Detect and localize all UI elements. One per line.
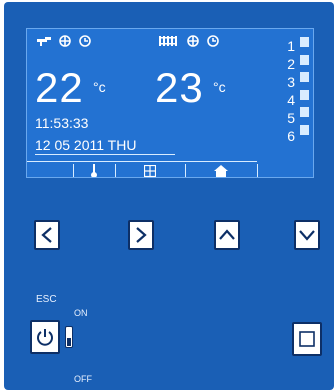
right-arrow-button[interactable] (128, 220, 154, 250)
switch-handle (67, 338, 71, 346)
lcd-screen: 22 °c 23 °c 11:53:33 12 05 2011 THU 1 2 … (26, 28, 314, 178)
chevron-up-icon (219, 229, 235, 240)
status-icons-right (159, 34, 239, 48)
channel-bar (300, 107, 309, 118)
channel-bar (300, 72, 309, 83)
faucet-icon (37, 37, 51, 46)
channel-number: 2 (287, 56, 295, 72)
chevron-down-icon (299, 230, 315, 241)
square-button[interactable] (292, 322, 322, 356)
fan-icon (187, 35, 199, 47)
channel-number: 6 (287, 128, 295, 144)
channel-bar (300, 37, 309, 47)
on-label: ON (74, 308, 88, 318)
channel-number: 5 (287, 110, 295, 126)
calendar-date: 12 05 2011 THU (35, 137, 137, 153)
channel-bars (300, 37, 310, 143)
temperature-right-unit: °c (213, 79, 226, 95)
temperature-left-unit: °c (93, 79, 106, 95)
tab-thermometer[interactable] (73, 162, 115, 177)
grid-icon (144, 165, 156, 177)
channel-number: 1 (287, 38, 295, 54)
channel-number: 4 (287, 92, 295, 108)
power-icon (37, 329, 53, 346)
temperature-right: 23 (155, 64, 204, 111)
tab-divider (257, 164, 258, 177)
screen-tabs (27, 161, 258, 177)
home-icon (214, 165, 228, 177)
esc-label: ESC (36, 294, 57, 305)
channel-bar (300, 89, 309, 100)
tab-home[interactable] (185, 162, 257, 177)
power-button[interactable] (30, 320, 60, 354)
status-icons-left (37, 34, 107, 48)
clock-time: 11:53:33 (35, 115, 89, 131)
fan-icon (59, 35, 71, 47)
square-icon (299, 331, 315, 347)
left-arrow-button[interactable] (34, 220, 60, 250)
date-underline (35, 154, 175, 155)
down-arrow-button[interactable] (294, 220, 320, 250)
chevron-right-icon (136, 227, 147, 243)
clock-icon (79, 35, 91, 47)
up-arrow-button[interactable] (214, 220, 240, 250)
radiator-icon (159, 36, 177, 46)
thermometer-icon (91, 164, 97, 177)
channel-number: 3 (287, 74, 295, 90)
off-label: OFF (74, 374, 92, 384)
on-off-switch[interactable] (65, 326, 73, 348)
channel-bar (300, 54, 309, 65)
clock-icon (207, 35, 219, 47)
chevron-left-icon (41, 227, 52, 243)
temperature-left: 22 (35, 64, 84, 111)
tab-grid[interactable] (115, 162, 185, 177)
channel-bar (300, 124, 309, 135)
thermostat-panel: 22 °c 23 °c 11:53:33 12 05 2011 THU 1 2 … (4, 2, 334, 390)
channel-numbers: 1 2 3 4 5 6 (279, 37, 295, 145)
